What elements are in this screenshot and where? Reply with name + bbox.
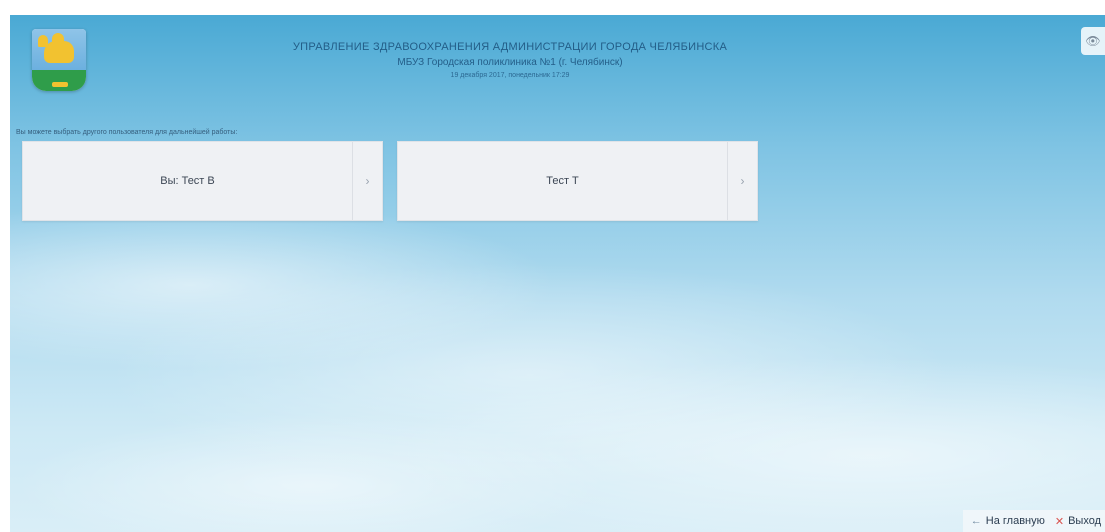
org-title: УПРАВЛЕНИЕ ЗДРАВООХРАНЕНИЯ АДМИНИСТРАЦИИ… [292, 41, 728, 53]
exit-link-label: Выход [1068, 515, 1101, 527]
logo-mark [52, 82, 68, 87]
home-link-label: На главную [985, 515, 1045, 527]
user-card-label: Вы: Тест В [160, 175, 215, 187]
eye-icon[interactable]: 👁 [1081, 27, 1105, 55]
logo-field [32, 69, 86, 91]
user-card-other[interactable]: Тест Т › [397, 141, 758, 221]
user-card-current[interactable]: Вы: Тест В › [22, 141, 383, 221]
coat-of-arms-logo [32, 29, 86, 91]
exit-link[interactable]: ✕ Выход [1055, 515, 1101, 528]
header: УПРАВЛЕНИЕ ЗДРАВООХРАНЕНИЯ АДМИНИСТРАЦИИ… [180, 41, 840, 79]
current-date: 19 декабря 2017, понедельник 17:29 [450, 72, 570, 79]
camel-icon [38, 33, 74, 63]
close-icon: ✕ [1054, 515, 1065, 528]
chevron-right-icon: › [352, 142, 382, 220]
arrow-left-icon: ← [970, 515, 982, 527]
footer-links: ← На главную ✕ Выход [962, 510, 1105, 532]
user-card-label: Тест Т [546, 175, 579, 187]
chevron-right-icon: › [727, 142, 757, 220]
app-frame: УПРАВЛЕНИЕ ЗДРАВООХРАНЕНИЯ АДМИНИСТРАЦИИ… [10, 15, 1105, 532]
choose-user-prompt: Вы можете выбрать другого пользователя д… [16, 129, 238, 136]
org-subtitle: МБУЗ Городская поликлиника №1 (г. Челяби… [397, 57, 623, 68]
home-link[interactable]: ← На главную [971, 515, 1045, 527]
